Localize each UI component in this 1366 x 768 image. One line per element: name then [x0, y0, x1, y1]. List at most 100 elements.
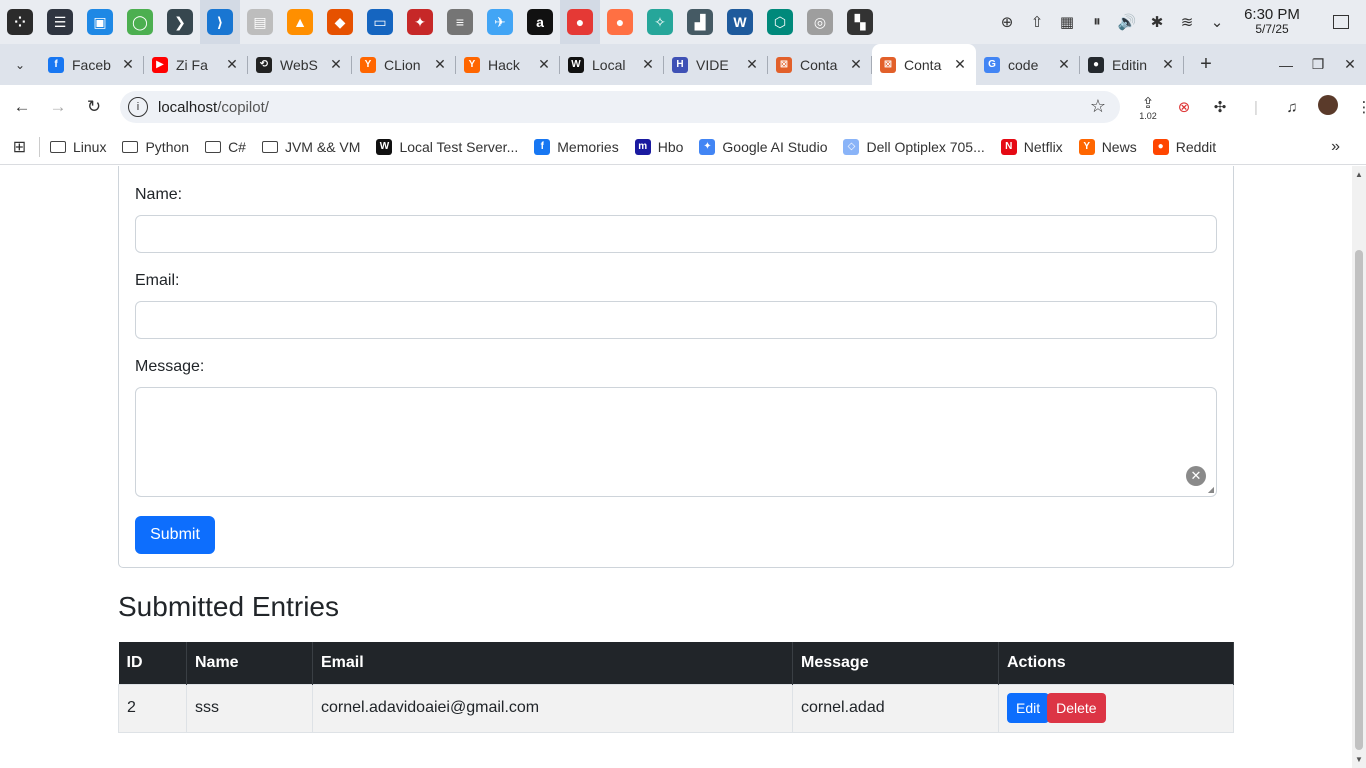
tab-close-icon[interactable]: ✕ [120, 56, 136, 73]
chevron-down-tray-icon[interactable]: ⌄ [1202, 13, 1232, 31]
bookmark-item[interactable]: Python [122, 139, 189, 155]
taskbar-app-wm-app[interactable]: W [720, 0, 760, 44]
taskbar-app-firefox[interactable]: ● [600, 0, 640, 44]
taskbar-app-remote-app[interactable]: ✧ [640, 0, 680, 44]
show-desktop-button[interactable] [1326, 7, 1356, 37]
taskbar-app-disc[interactable]: ◎ [800, 0, 840, 44]
scrollbar-thumb[interactable] [1355, 250, 1363, 750]
bookmark-item[interactable]: ◇ Dell Optiplex 705... [843, 138, 985, 155]
taskbar-app-launcher[interactable]: ⁘ [0, 0, 40, 44]
tab-close-icon[interactable]: ✕ [1056, 56, 1072, 73]
bookmark-star-icon[interactable]: ☆ [1090, 96, 1106, 117]
blocker-extension-icon[interactable]: ⊗ [1166, 98, 1202, 116]
taskbar-app-race-car[interactable]: ✦ [400, 0, 440, 44]
clipboard-tray-icon[interactable]: ▦ [1052, 13, 1082, 31]
edit-button[interactable]: Edit [1007, 693, 1050, 723]
browser-tab[interactable]: ⊠ Conta ✕ [768, 44, 872, 85]
delete-button[interactable]: Delete [1047, 693, 1106, 723]
translate-tray-icon[interactable]: ⊕ [992, 13, 1022, 31]
bookmark-item[interactable]: W Local Test Server... [376, 138, 518, 155]
back-button[interactable]: ← [4, 97, 40, 117]
resize-handle-icon[interactable]: ◢ [1208, 485, 1214, 494]
browser-tab[interactable]: ⟲ WebS ✕ [248, 44, 352, 85]
browser-tab[interactable]: f Faceb ✕ [40, 44, 144, 85]
taskbar-app-database[interactable]: ≡ [440, 0, 480, 44]
taskbar-app-vlc[interactable]: ▲ [280, 0, 320, 44]
taskbar-app-browser-app[interactable]: ✈ [480, 0, 520, 44]
browser-tab[interactable]: H VIDE ✕ [664, 44, 768, 85]
volume-tray-icon[interactable]: 🔊 [1112, 13, 1142, 31]
clear-text-icon[interactable]: ✕ [1186, 466, 1206, 486]
url-text[interactable]: localhost/copilot/ [158, 99, 269, 116]
tab-close-icon[interactable]: ✕ [848, 56, 864, 73]
bookmark-item[interactable]: m Hbo [634, 138, 683, 155]
taskbar-app-store[interactable]: ▣ [80, 0, 120, 44]
bookmark-item[interactable]: Linux [50, 139, 106, 155]
taskbar-app-settings-panel[interactable]: ☰ [40, 0, 80, 44]
address-bar[interactable]: i localhost/copilot/ ☆ [120, 91, 1120, 123]
bookmarks-overflow-icon[interactable]: » [1331, 138, 1340, 156]
media-control-icon[interactable]: ♫ [1274, 99, 1310, 116]
minimize-icon[interactable]: — [1270, 57, 1302, 73]
browser-tab[interactable]: Y CLion ✕ [352, 44, 456, 85]
tab-close-icon[interactable]: ✕ [952, 56, 968, 73]
tab-favicon-icon: W [568, 56, 584, 73]
submit-button[interactable]: Submit [135, 516, 215, 554]
email-input[interactable] [135, 301, 1217, 339]
browser-tab[interactable]: Y Hack ✕ [456, 44, 560, 85]
bookmark-item[interactable]: N Netflix [1000, 138, 1063, 155]
pause-tray-icon[interactable]: ⏸ [1082, 13, 1112, 31]
taskbar-app-window-app[interactable]: ▭ [360, 0, 400, 44]
tab-title: Faceb [72, 56, 111, 73]
tab-close-icon[interactable]: ✕ [224, 56, 240, 73]
taskbar-app-terminal[interactable]: ❯ [160, 0, 200, 44]
bookmark-item[interactable]: Y News [1078, 138, 1137, 155]
upload-tray-icon[interactable]: ⇧ [1022, 13, 1052, 31]
wifi-tray-icon[interactable]: ≋ [1172, 13, 1202, 31]
taskbar-app-grid-app[interactable]: ▚ [840, 0, 880, 44]
browser-menu-icon[interactable]: ⋮ [1346, 98, 1366, 116]
page-scrollbar[interactable]: ▲ ▼ [1352, 166, 1366, 768]
tab-close-icon[interactable]: ✕ [432, 56, 448, 73]
scroll-down-icon[interactable]: ▼ [1355, 755, 1363, 764]
tab-close-icon[interactable]: ✕ [536, 56, 552, 73]
clock[interactable]: 6:30 PM 5/7/25 [1232, 7, 1312, 36]
browser-tab[interactable]: W Local ✕ [560, 44, 664, 85]
taskbar-app-vscode[interactable]: ⟩ [200, 0, 240, 44]
speed-extension-button[interactable]: ⇪ 1.02 [1130, 94, 1166, 121]
browser-tab[interactable]: ● Editin ✕ [1080, 44, 1184, 85]
tab-close-icon[interactable]: ✕ [1160, 56, 1176, 73]
profile-avatar[interactable] [1310, 95, 1346, 119]
taskbar-app-files[interactable]: ▤ [240, 0, 280, 44]
taskbar-app-system-monitor[interactable]: ▟ [680, 0, 720, 44]
tab-close-icon[interactable]: ✕ [640, 56, 656, 73]
taskbar-app-qt-creator[interactable]: ◯ [120, 0, 160, 44]
browser-tab[interactable]: Gcode ✕ [976, 44, 1080, 85]
message-textarea[interactable]: ✕ ◢ [135, 387, 1217, 497]
bookmark-item[interactable]: JVM && VM [261, 139, 360, 155]
tab-close-icon[interactable]: ✕ [328, 56, 344, 73]
bookmark-item[interactable]: f Memories [534, 138, 619, 155]
restore-icon[interactable]: ❐ [1302, 56, 1334, 73]
taskbar-app-cube-app[interactable]: ⬡ [760, 0, 800, 44]
tab-close-icon[interactable]: ✕ [744, 56, 760, 73]
bookmark-item[interactable]: ● Reddit [1152, 138, 1216, 155]
tab-search-button[interactable]: ⌄ [0, 44, 40, 85]
taskbar-app-fish-app[interactable]: ◆ [320, 0, 360, 44]
scroll-up-icon[interactable]: ▲ [1355, 170, 1363, 179]
taskbar-app-chrome[interactable]: ● [560, 0, 600, 44]
bookmark-item[interactable]: C# [205, 139, 246, 155]
new-tab-button[interactable]: + [1190, 53, 1222, 76]
name-input[interactable] [135, 215, 1217, 253]
forward-button[interactable]: → [40, 97, 76, 117]
site-info-icon[interactable]: i [128, 97, 148, 117]
close-window-icon[interactable]: ✕ [1334, 56, 1366, 73]
taskbar-app-a-app[interactable]: a [520, 0, 560, 44]
bluetooth-tray-icon[interactable]: ✱ [1142, 13, 1172, 31]
bookmark-item[interactable]: ✦ Google AI Studio [699, 138, 827, 155]
extensions-puzzle-icon[interactable]: ✣ [1202, 98, 1238, 116]
reload-button[interactable]: ↻ [76, 97, 112, 117]
browser-tab[interactable]: ▶ Zi Fa ✕ [144, 44, 248, 85]
browser-tab[interactable]: ⊠ Conta ✕ [872, 44, 976, 85]
apps-grid-icon[interactable]: ⊞ [0, 136, 40, 157]
